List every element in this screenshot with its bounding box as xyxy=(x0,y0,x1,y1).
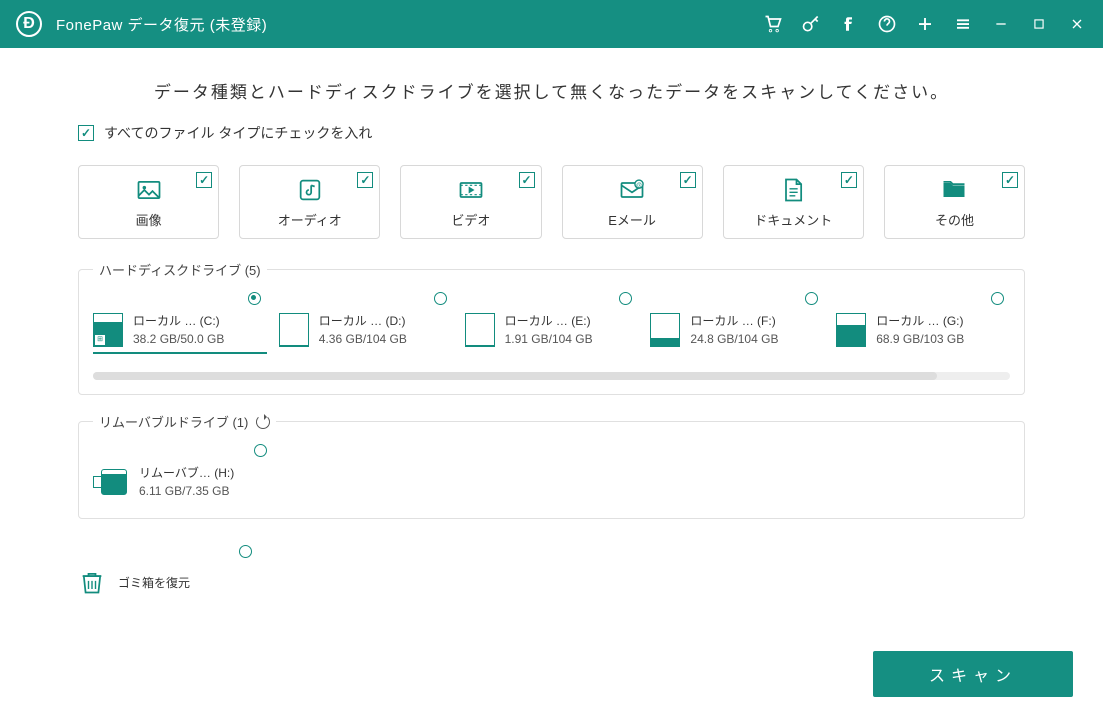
audio-icon xyxy=(296,176,324,204)
trash-icon xyxy=(78,567,106,597)
menu-icon[interactable] xyxy=(953,14,973,34)
category-image[interactable]: 画像 xyxy=(78,165,219,239)
email-icon: @ xyxy=(618,176,646,204)
drive-icon xyxy=(836,313,866,347)
facebook-icon[interactable] xyxy=(839,14,859,34)
refresh-icon[interactable] xyxy=(256,415,270,429)
category-checkbox[interactable] xyxy=(1002,172,1018,188)
key-icon[interactable] xyxy=(801,14,821,34)
drive-item[interactable]: ⊞ ローカル … (C:) 38.2 GB/50.0 GB xyxy=(93,296,267,354)
drive-name: ローカル … (F:) xyxy=(690,312,778,330)
drive-item[interactable]: ローカル … (D:) 4.36 GB/104 GB xyxy=(279,296,453,354)
minimize-icon[interactable] xyxy=(991,14,1011,34)
drive-name: ローカル … (E:) xyxy=(505,312,593,330)
close-icon[interactable] xyxy=(1067,14,1087,34)
category-checkbox[interactable] xyxy=(357,172,373,188)
app-title: FonePaw データ復元 (未登録) xyxy=(56,14,267,35)
drive-radio[interactable] xyxy=(248,292,261,305)
usb-icon xyxy=(93,469,129,495)
recycle-bin-option[interactable]: ゴミ箱を復元 xyxy=(78,545,258,603)
category-email[interactable]: @ Eメール xyxy=(562,165,703,239)
category-label: ドキュメント xyxy=(754,210,832,229)
category-label: オーディオ xyxy=(278,210,342,229)
image-icon xyxy=(135,176,163,204)
hdd-scrollbar[interactable] xyxy=(93,372,1010,380)
drive-item[interactable]: ローカル … (G:) 68.9 GB/103 GB xyxy=(836,296,1010,354)
cart-icon[interactable] xyxy=(763,14,783,34)
removable-drive-item[interactable]: リムーバブ… (H:) 6.11 GB/7.35 GB xyxy=(93,448,273,504)
drive-size: 1.91 GB/104 GB xyxy=(505,330,593,348)
drive-icon xyxy=(279,313,309,347)
document-icon xyxy=(779,176,807,204)
video-icon xyxy=(457,176,485,204)
category-document[interactable]: ドキュメント xyxy=(723,165,864,239)
check-all-label: すべてのファイル タイプにチェックを入れ xyxy=(104,123,372,143)
svg-text:@: @ xyxy=(636,182,642,188)
drive-size: 24.8 GB/104 GB xyxy=(690,330,778,348)
maximize-icon[interactable] xyxy=(1029,14,1049,34)
hdd-group: ハードディスクドライブ (5) ⊞ ローカル … (C:) 38.2 GB/50… xyxy=(78,269,1025,395)
removable-group: リムーバブルドライブ (1) リムーバブ… (H:) 6.11 GB/7.35 … xyxy=(78,421,1025,519)
drive-name: ローカル … (C:) xyxy=(133,312,224,330)
drive-size: 6.11 GB/7.35 GB xyxy=(139,482,234,500)
recycle-radio[interactable] xyxy=(239,545,252,558)
drive-name: リムーバブ… (H:) xyxy=(139,464,234,482)
drive-size: 68.9 GB/103 GB xyxy=(876,330,964,348)
scan-button[interactable]: スキャン xyxy=(873,651,1073,697)
category-video[interactable]: ビデオ xyxy=(400,165,541,239)
drive-name: ローカル … (D:) xyxy=(319,312,407,330)
drive-radio[interactable] xyxy=(434,292,447,305)
drive-size: 38.2 GB/50.0 GB xyxy=(133,330,224,348)
drive-size: 4.36 GB/104 GB xyxy=(319,330,407,348)
drive-radio[interactable] xyxy=(254,444,267,457)
drive-item[interactable]: ローカル … (F:) 24.8 GB/104 GB xyxy=(650,296,824,354)
category-audio[interactable]: オーディオ xyxy=(239,165,380,239)
drive-name: ローカル … (G:) xyxy=(876,312,964,330)
check-all-checkbox[interactable] xyxy=(78,125,94,141)
check-all-row[interactable]: すべてのファイル タイプにチェックを入れ xyxy=(78,123,1025,143)
recycle-label: ゴミ箱を復元 xyxy=(118,574,190,591)
folder-icon xyxy=(940,176,968,204)
hdd-group-legend: ハードディスクドライブ (5) xyxy=(93,260,267,279)
drive-icon xyxy=(465,313,495,347)
instruction-text: データ種類とハードディスクドライブを選択して無くなったデータをスキャンしてくださ… xyxy=(78,78,1025,103)
plus-icon[interactable] xyxy=(915,14,935,34)
app-logo-icon: Ð xyxy=(16,11,42,37)
category-checkbox[interactable] xyxy=(519,172,535,188)
titlebar: Ð FonePaw データ復元 (未登録) xyxy=(0,0,1103,48)
drive-radio[interactable] xyxy=(991,292,1004,305)
removable-group-legend: リムーバブルドライブ (1) xyxy=(93,412,276,431)
category-checkbox[interactable] xyxy=(196,172,212,188)
category-label: 画像 xyxy=(136,210,162,229)
category-label: ビデオ xyxy=(451,210,490,229)
category-label: Eメール xyxy=(608,210,656,229)
category-checkbox[interactable] xyxy=(680,172,696,188)
drive-icon: ⊞ xyxy=(93,313,123,347)
category-other[interactable]: その他 xyxy=(884,165,1025,239)
category-checkbox[interactable] xyxy=(841,172,857,188)
help-icon[interactable] xyxy=(877,14,897,34)
drive-item[interactable]: ローカル … (E:) 1.91 GB/104 GB xyxy=(465,296,639,354)
category-label: その他 xyxy=(935,210,974,229)
category-grid: 画像 オーディオ ビデオ @ Eメール ドキュメント その他 xyxy=(78,165,1025,239)
drive-icon xyxy=(650,313,680,347)
